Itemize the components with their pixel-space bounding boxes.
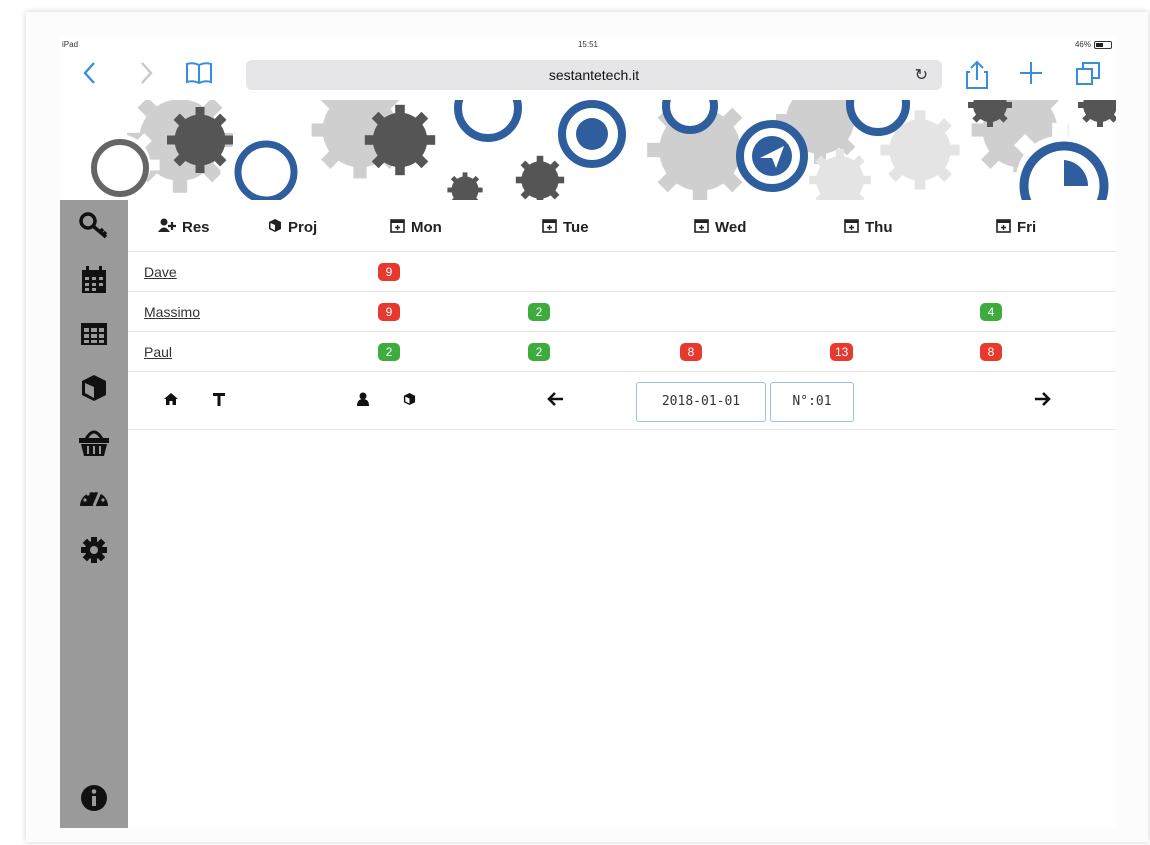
header-day-label: Tue bbox=[563, 219, 589, 236]
header-day-tue[interactable]: Tue bbox=[542, 218, 589, 237]
home-icon[interactable] bbox=[162, 390, 180, 408]
forward-icon[interactable] bbox=[138, 60, 154, 92]
header-day-wed[interactable]: Wed bbox=[694, 218, 746, 237]
hours-badge[interactable]: 9 bbox=[378, 303, 400, 321]
gears-banner bbox=[60, 100, 1116, 200]
battery-status: 46% bbox=[1075, 40, 1112, 49]
table-row: Dave 9 bbox=[128, 252, 1116, 292]
status-bar: iPad 15:51 46% bbox=[60, 36, 1116, 54]
tabs-icon[interactable] bbox=[1074, 60, 1102, 94]
calendar-plus-icon bbox=[542, 218, 557, 237]
header-res[interactable]: Res bbox=[158, 218, 210, 236]
info-icon[interactable] bbox=[74, 778, 114, 818]
week-number-field[interactable]: N°:01 bbox=[770, 382, 854, 422]
clock: 15:51 bbox=[577, 40, 599, 49]
share-icon[interactable] bbox=[964, 60, 990, 96]
calendar-icon[interactable] bbox=[74, 260, 114, 300]
gear-icon[interactable] bbox=[74, 530, 114, 570]
hours-badge[interactable]: 2 bbox=[528, 303, 550, 321]
browser-toolbar: sestantetech.it ↻ bbox=[60, 54, 1116, 100]
hours-badge[interactable]: 8 bbox=[680, 343, 702, 361]
resource-name-link[interactable]: Dave bbox=[144, 264, 177, 280]
basket-icon[interactable] bbox=[74, 422, 114, 462]
hours-badge[interactable]: 9 bbox=[378, 263, 400, 281]
header-day-label: Mon bbox=[411, 219, 442, 236]
url-text: sestantetech.it bbox=[548, 67, 640, 83]
bookmarks-icon[interactable] bbox=[184, 60, 214, 92]
gears-illustration bbox=[80, 100, 1116, 200]
table-row: Massimo 9 2 4 bbox=[128, 292, 1116, 332]
add-user-icon bbox=[158, 218, 176, 236]
back-icon[interactable] bbox=[82, 60, 98, 92]
header-day-thu[interactable]: Thu bbox=[844, 218, 893, 237]
hours-badge[interactable]: 4 bbox=[980, 303, 1002, 321]
ipad-frame: iPad 15:51 46% sestantetech.it ↻ Res Pro… bbox=[26, 12, 1148, 842]
table-icon[interactable] bbox=[74, 314, 114, 354]
cube-icon[interactable] bbox=[74, 368, 114, 408]
reload-icon[interactable]: ↻ bbox=[915, 65, 928, 85]
header-proj[interactable]: Proj bbox=[268, 218, 317, 237]
resource-name-link[interactable]: Paul bbox=[144, 344, 172, 360]
hours-badge[interactable]: 8 bbox=[980, 343, 1002, 361]
header-res-label: Res bbox=[182, 218, 210, 236]
calendar-plus-icon bbox=[390, 218, 405, 237]
hours-badge[interactable]: 13 bbox=[830, 343, 854, 361]
arrow-left-icon[interactable] bbox=[546, 390, 564, 408]
dashboard-icon[interactable] bbox=[74, 476, 114, 516]
header-day-label: Fri bbox=[1017, 219, 1037, 236]
sidebar bbox=[60, 200, 128, 828]
header-day-label: Thu bbox=[865, 219, 893, 236]
user-icon[interactable] bbox=[354, 390, 372, 408]
date-field[interactable]: 2018-01-01 bbox=[636, 382, 766, 422]
resource-name-link[interactable]: Massimo bbox=[144, 304, 200, 320]
navigation-controls: 2018-01-01 N°:01 bbox=[128, 372, 1116, 430]
key-icon[interactable] bbox=[74, 206, 114, 246]
hours-badge[interactable]: 2 bbox=[528, 343, 550, 361]
header-day-fri[interactable]: Fri bbox=[996, 218, 1036, 237]
header-day-mon[interactable]: Mon bbox=[390, 218, 442, 237]
cube-icon bbox=[268, 218, 282, 237]
calendar-plus-icon bbox=[694, 218, 709, 237]
cube-icon[interactable] bbox=[400, 390, 418, 408]
header-day-label: Wed bbox=[715, 219, 747, 236]
schedule-panel: Res Proj Mon Tue Wed Thu Fri Dave 9 Mass… bbox=[128, 200, 1116, 828]
table-row: Paul 2 2 8 13 8 bbox=[128, 332, 1116, 372]
address-bar[interactable]: sestantetech.it ↻ bbox=[246, 60, 942, 90]
add-tab-icon[interactable] bbox=[1018, 60, 1044, 92]
calendar-plus-icon bbox=[844, 218, 859, 237]
filter-icon[interactable] bbox=[210, 390, 228, 408]
battery-percent: 46% bbox=[1074, 40, 1091, 49]
schedule-header: Res Proj Mon Tue Wed Thu Fri bbox=[128, 200, 1116, 252]
ipad-screen: iPad 15:51 46% sestantetech.it ↻ Res Pro… bbox=[60, 36, 1116, 828]
battery-icon bbox=[1094, 40, 1112, 49]
header-proj-label: Proj bbox=[288, 219, 318, 236]
arrow-right-icon[interactable] bbox=[1034, 390, 1052, 408]
calendar-plus-icon bbox=[996, 218, 1011, 237]
hours-badge[interactable]: 2 bbox=[378, 343, 400, 361]
